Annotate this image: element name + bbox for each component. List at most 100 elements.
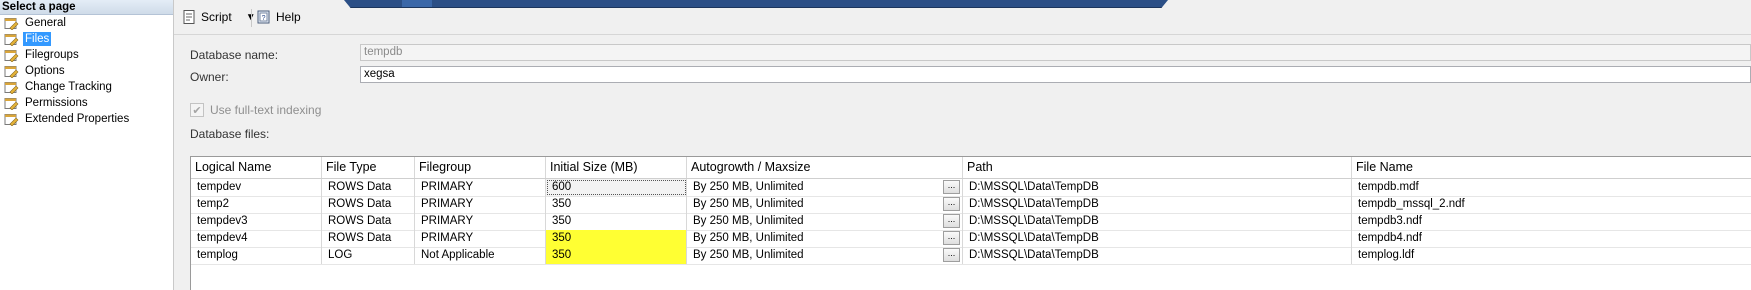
cell-file-name[interactable]: tempdb_mssql_2.ndf xyxy=(1352,196,1751,213)
help-icon: ? xyxy=(257,10,270,24)
cell-logical-name[interactable]: tempdev4 xyxy=(191,230,322,247)
cell-file-name[interactable]: tempdb.mdf xyxy=(1352,179,1751,196)
cell-path: D:\MSSQL\Data\TempDB xyxy=(963,179,1352,196)
nav-item-options[interactable]: Options xyxy=(0,63,173,79)
cell-filegroup: Not Applicable xyxy=(415,247,546,264)
nav-item-files[interactable]: Files xyxy=(0,31,173,47)
cell-file-type: ROWS Data xyxy=(322,179,415,196)
cell-text: D:\MSSQL\Data\TempDB xyxy=(969,215,1099,227)
cell-text: ROWS Data xyxy=(328,198,392,210)
cell-text: PRIMARY xyxy=(421,198,474,210)
table-row[interactable]: temp2 ROWS Data PRIMARY 350 By 250 MB, Unlim… xyxy=(191,196,1751,214)
select-page-panel: Select a page General Files Filegroups O… xyxy=(0,0,174,290)
database-name-label: Database name: xyxy=(190,48,279,62)
nav-item-general[interactable]: General xyxy=(0,15,173,31)
nav-item-permissions[interactable]: Permissions xyxy=(0,95,173,111)
cell-text: templog xyxy=(197,249,238,261)
nav-item-extended-properties[interactable]: Extended Properties xyxy=(0,111,173,127)
column-header-initial-size[interactable]: Initial Size (MB) xyxy=(546,157,687,178)
cell-path: D:\MSSQL\Data\TempDB xyxy=(963,230,1352,247)
script-button[interactable]: Script ▼ xyxy=(181,9,256,25)
cell-initial-size[interactable]: 350 xyxy=(546,230,687,247)
nav-item-label: Options xyxy=(25,65,65,77)
grid-header-row: Logical Name File Type Filegroup Initial Si… xyxy=(191,157,1751,179)
column-header-logical-name[interactable]: Logical Name xyxy=(191,157,322,178)
cell-autogrowth: By 250 MB, Unlimited... xyxy=(687,213,963,230)
cell-text: PRIMARY xyxy=(421,181,474,193)
cell-path: D:\MSSQL\Data\TempDB xyxy=(963,213,1352,230)
cell-file-type: LOG xyxy=(322,247,415,264)
cell-text: tempdb.mdf xyxy=(1358,181,1419,193)
autogrowth-ellipsis-button[interactable]: ... xyxy=(943,248,960,262)
cell-autogrowth: By 250 MB, Unlimited... xyxy=(687,196,963,213)
cell-file-name[interactable]: tempdb4.ndf xyxy=(1352,230,1751,247)
cell-text: D:\MSSQL\Data\TempDB xyxy=(969,232,1099,244)
select-page-header: Select a page xyxy=(0,0,173,15)
nav-item-label: Files xyxy=(23,32,52,46)
cell-file-name[interactable]: tempdb3.ndf xyxy=(1352,213,1751,230)
cell-file-type: ROWS Data xyxy=(322,230,415,247)
nav-item-filegroups[interactable]: Filegroups xyxy=(0,47,173,63)
help-button[interactable]: ? Help xyxy=(256,9,301,25)
page-icon xyxy=(4,33,19,46)
table-row[interactable]: tempdev3 ROWS Data PRIMARY 350 By 250 MB, Un… xyxy=(191,213,1751,231)
fulltext-indexing-option: ✔ Use full-text indexing xyxy=(190,103,321,117)
page-icon xyxy=(4,17,19,30)
cell-path: D:\MSSQL\Data\TempDB xyxy=(963,247,1352,264)
owner-field[interactable]: xegsa xyxy=(360,66,1751,83)
column-header-file-name[interactable]: File Name xyxy=(1352,157,1751,178)
cell-file-name[interactable]: templog.ldf xyxy=(1352,247,1751,264)
cell-initial-size[interactable]: 350 xyxy=(546,247,687,264)
cell-logical-name[interactable]: tempdev3 xyxy=(191,213,322,230)
cell-text: 350 xyxy=(552,232,572,244)
cell-text: PRIMARY xyxy=(421,232,474,244)
fulltext-label: Use full-text indexing xyxy=(210,103,322,117)
cell-initial-size[interactable]: 600 xyxy=(546,179,687,196)
page-icon xyxy=(4,81,19,94)
cell-text: tempdb3.ndf xyxy=(1358,215,1422,227)
autogrowth-ellipsis-button[interactable]: ... xyxy=(943,214,960,228)
cell-text: Not Applicable xyxy=(421,249,495,261)
cell-text: By 250 MB, Unlimited xyxy=(693,181,804,193)
cell-text: D:\MSSQL\Data\TempDB xyxy=(969,198,1099,210)
nav-item-label: General xyxy=(25,17,66,29)
cell-autogrowth: By 250 MB, Unlimited... xyxy=(687,230,963,247)
cell-text: tempdb_mssql_2.ndf xyxy=(1358,198,1465,210)
cell-logical-name[interactable]: tempdev xyxy=(191,179,322,196)
page-list: General Files Filegroups Options Change … xyxy=(0,15,173,127)
cell-logical-name[interactable]: templog xyxy=(191,247,322,264)
table-row[interactable]: tempdev4 ROWS Data PRIMARY 350 By 250 MB, Un… xyxy=(191,230,1751,248)
column-header-file-type[interactable]: File Type xyxy=(322,157,415,178)
autogrowth-ellipsis-button[interactable]: ... xyxy=(943,197,960,211)
cell-file-type: ROWS Data xyxy=(322,196,415,213)
column-header-autogrowth[interactable]: Autogrowth / Maxsize xyxy=(687,157,963,178)
column-header-path[interactable]: Path xyxy=(963,157,1352,178)
cell-text: ROWS Data xyxy=(328,232,392,244)
nav-item-change-tracking[interactable]: Change Tracking xyxy=(0,79,173,95)
cell-text: By 250 MB, Unlimited xyxy=(693,215,804,227)
toolbar-separator xyxy=(251,9,252,27)
autogrowth-ellipsis-button[interactable]: ... xyxy=(943,231,960,245)
table-row[interactable]: tempdev ROWS Data PRIMARY 600 By 250 MB, Unl… xyxy=(191,179,1751,197)
autogrowth-ellipsis-button[interactable]: ... xyxy=(943,180,960,194)
cell-text: tempdb4.ndf xyxy=(1358,232,1422,244)
page-icon xyxy=(4,65,19,78)
script-icon xyxy=(183,10,195,24)
column-header-filegroup[interactable]: Filegroup xyxy=(415,157,546,178)
page-icon xyxy=(4,49,19,62)
cell-text: tempdev xyxy=(197,181,242,193)
table-row[interactable]: templog LOG Not Applicable 350 By 250 MB, Un… xyxy=(191,247,1751,265)
script-label: Script xyxy=(201,10,232,24)
cell-text: 350 xyxy=(552,249,572,261)
cell-logical-name[interactable]: temp2 xyxy=(191,196,322,213)
document-tab-strip xyxy=(344,0,1168,8)
cell-text: PRIMARY xyxy=(421,215,474,227)
cell-text: LOG xyxy=(328,249,353,261)
cell-path: D:\MSSQL\Data\TempDB xyxy=(963,196,1352,213)
cell-text: templog.ldf xyxy=(1358,249,1415,261)
cell-initial-size[interactable]: 350 xyxy=(546,213,687,230)
owner-label: Owner: xyxy=(190,70,229,84)
nav-item-label: Change Tracking xyxy=(25,81,112,93)
cell-text: 600 xyxy=(552,181,572,193)
cell-initial-size[interactable]: 350 xyxy=(546,196,687,213)
